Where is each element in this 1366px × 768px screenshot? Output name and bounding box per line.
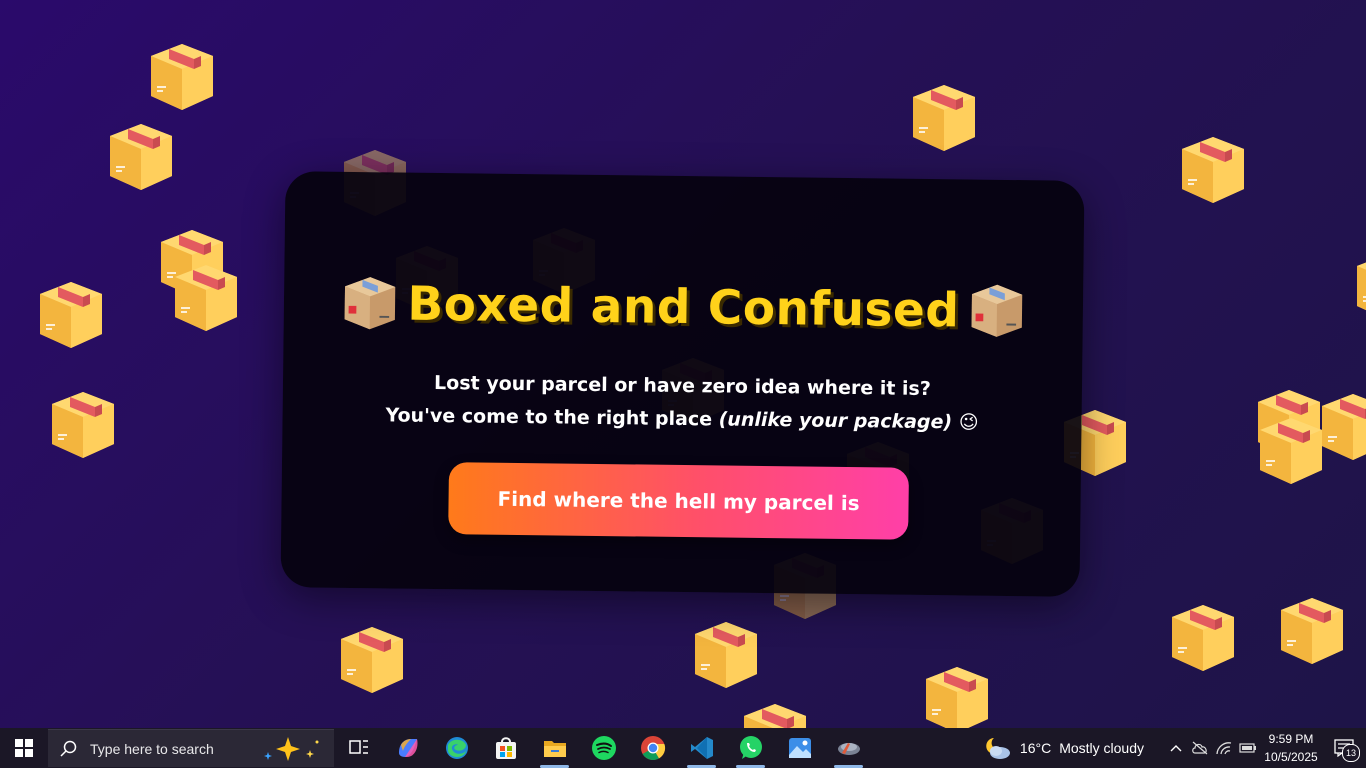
cloudy-moon-icon [986,738,1010,759]
onedrive-button[interactable] [1188,728,1212,768]
running-app-button[interactable] [824,728,873,768]
subtitle-main-text: You've come to the right place [385,404,719,431]
cloud-off-icon [1192,741,1208,755]
floating-box-icon [911,83,977,153]
show-hidden-icons-button[interactable] [1164,728,1188,768]
hero-card: Boxed and Confused Lost your parcel or h… [280,171,1085,597]
floating-box-icon [1355,252,1366,322]
wifi-icon [1216,742,1232,755]
folder-icon [543,741,566,757]
edge-icon [445,737,468,759]
package-icon [967,279,1026,342]
spotify-icon [591,736,616,760]
floating-box-icon [1258,416,1324,486]
floating-box-icon [1320,392,1366,462]
floating-box-icon [1180,135,1246,205]
floating-box-icon [149,42,215,112]
floating-box-icon [50,390,116,460]
floating-box-icon [173,263,239,333]
floating-box-icon [38,280,104,350]
start-button[interactable] [0,728,48,768]
whatsapp-button[interactable] [726,728,775,768]
search-icon [60,740,77,757]
notification-count-badge: 13 [1342,744,1360,762]
clock-date: 10/5/2025 [1264,750,1318,764]
taskbar-search[interactable] [48,729,334,767]
subtitle: Lost your parcel or have zero idea where… [282,365,1082,441]
copilot-icon [398,739,418,757]
floating-box-icon [924,665,990,728]
satellite-icon [837,743,860,755]
chevron-up-icon [1170,745,1182,752]
windows-icon [15,739,33,757]
battery-button[interactable] [1236,728,1260,768]
file-explorer-button[interactable] [530,728,579,768]
floating-box-icon [1170,603,1236,673]
floating-box-icon [339,625,405,695]
floating-box-icon [1279,596,1345,666]
notifications-button[interactable]: 13 [1322,728,1366,768]
store-button[interactable] [481,728,530,768]
vscode-button[interactable] [677,728,726,768]
clock-time: 9:59 PM [1268,732,1314,746]
floating-box-icon [108,122,174,192]
photos-button[interactable] [775,728,824,768]
photos-icon [788,738,811,758]
weather-temperature: 16°C [1019,740,1052,756]
system-tray: 16°C Mostly cloudy 9:59 PM 10/5/2025 13 [984,728,1366,768]
chrome-icon [640,736,665,761]
task-view-button[interactable] [334,728,383,768]
search-input[interactable] [88,739,262,758]
package-icon [341,272,400,335]
find-parcel-button[interactable]: Find where the hell my parcel is [448,462,909,540]
weather-description: Mostly cloudy [1059,740,1144,756]
floating-box-icon [742,702,808,728]
battery-icon [1239,743,1256,753]
edge-button[interactable] [432,728,481,768]
whatsapp-icon [739,736,762,759]
task-view-icon [348,740,368,754]
sparkle-icon [264,737,319,761]
taskbar: 16°C Mostly cloudy 9:59 PM 10/5/2025 13 [0,728,1366,768]
spotify-button[interactable] [579,728,628,768]
vscode-icon [690,737,713,759]
weather-widget[interactable]: 16°C Mostly cloudy [984,735,1164,761]
floating-box-icon [693,620,759,690]
desktop-background: Boxed and Confused Lost your parcel or h… [0,0,1366,728]
chrome-button[interactable] [628,728,677,768]
network-button[interactable] [1212,728,1236,768]
taskbar-clock[interactable]: 9:59 PM 10/5/2025 [1260,730,1322,766]
store-icon [495,737,516,759]
wink-emoji-icon: 😉 [958,411,979,434]
copilot-button[interactable] [383,728,432,768]
title-row: Boxed and Confused [284,271,1084,343]
page-title: Boxed and Confused [407,276,960,338]
subtitle-italic-text: (unlike your package) [718,408,953,434]
